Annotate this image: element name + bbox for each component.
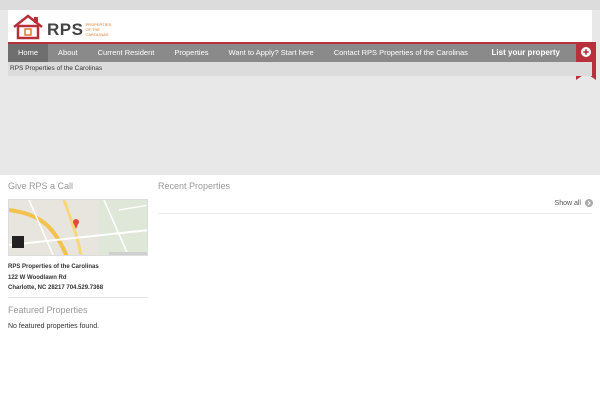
- nav-item-apply[interactable]: Want to Apply? Start here: [219, 44, 324, 62]
- logo-text: RPS: [47, 20, 84, 39]
- logo-tagline: Properties of the Carolinas: [85, 22, 112, 37]
- site-logo[interactable]: RPS Properties of the Carolinas: [12, 12, 132, 40]
- nav-item-contact[interactable]: Contact RPS Properties of the Carolinas: [324, 44, 478, 62]
- map-badge-icon: [12, 236, 24, 248]
- nav-item-current-resident[interactable]: Current Resident: [88, 44, 165, 62]
- map-attribution-icon: [109, 252, 147, 255]
- nav-item-properties[interactable]: Properties: [164, 44, 218, 62]
- show-all-label: Show all: [554, 199, 581, 207]
- recent-divider: [158, 213, 592, 214]
- top-strip: [0, 0, 600, 10]
- call-section-title: Give RPS a Call: [8, 181, 74, 191]
- street-address: 122 W Woodlawn Rd: [8, 275, 67, 281]
- nav-item-home[interactable]: Home: [8, 44, 49, 62]
- site-header: RPS Properties of the Carolinas: [8, 10, 592, 42]
- featured-empty-message: No featured properties found.: [8, 323, 100, 330]
- map-image: [9, 200, 147, 255]
- house-logo-icon: [13, 14, 43, 40]
- recent-properties-title: Recent Properties: [158, 181, 231, 191]
- breadcrumb-bar: RPS Properties of the Carolinas: [8, 62, 592, 76]
- list-your-property-link[interactable]: List your property: [492, 44, 560, 62]
- company-name: RPS Properties of the Carolinas: [8, 264, 99, 270]
- sidebar-divider: [8, 297, 148, 298]
- nav-item-about[interactable]: About: [48, 44, 88, 62]
- city-and-phone: Charlotte, NC 28217 704.529.7368: [8, 285, 104, 291]
- chevron-right-circle-icon: [585, 199, 593, 207]
- main-navigation: Home About Current Resident Properties W…: [8, 42, 592, 62]
- show-all-link[interactable]: Show all: [555, 199, 593, 207]
- location-map[interactable]: [8, 199, 148, 256]
- featured-section-title: Featured Properties: [8, 305, 88, 315]
- breadcrumb: RPS Properties of the Carolinas: [10, 65, 103, 72]
- plus-circle-icon: [581, 47, 591, 57]
